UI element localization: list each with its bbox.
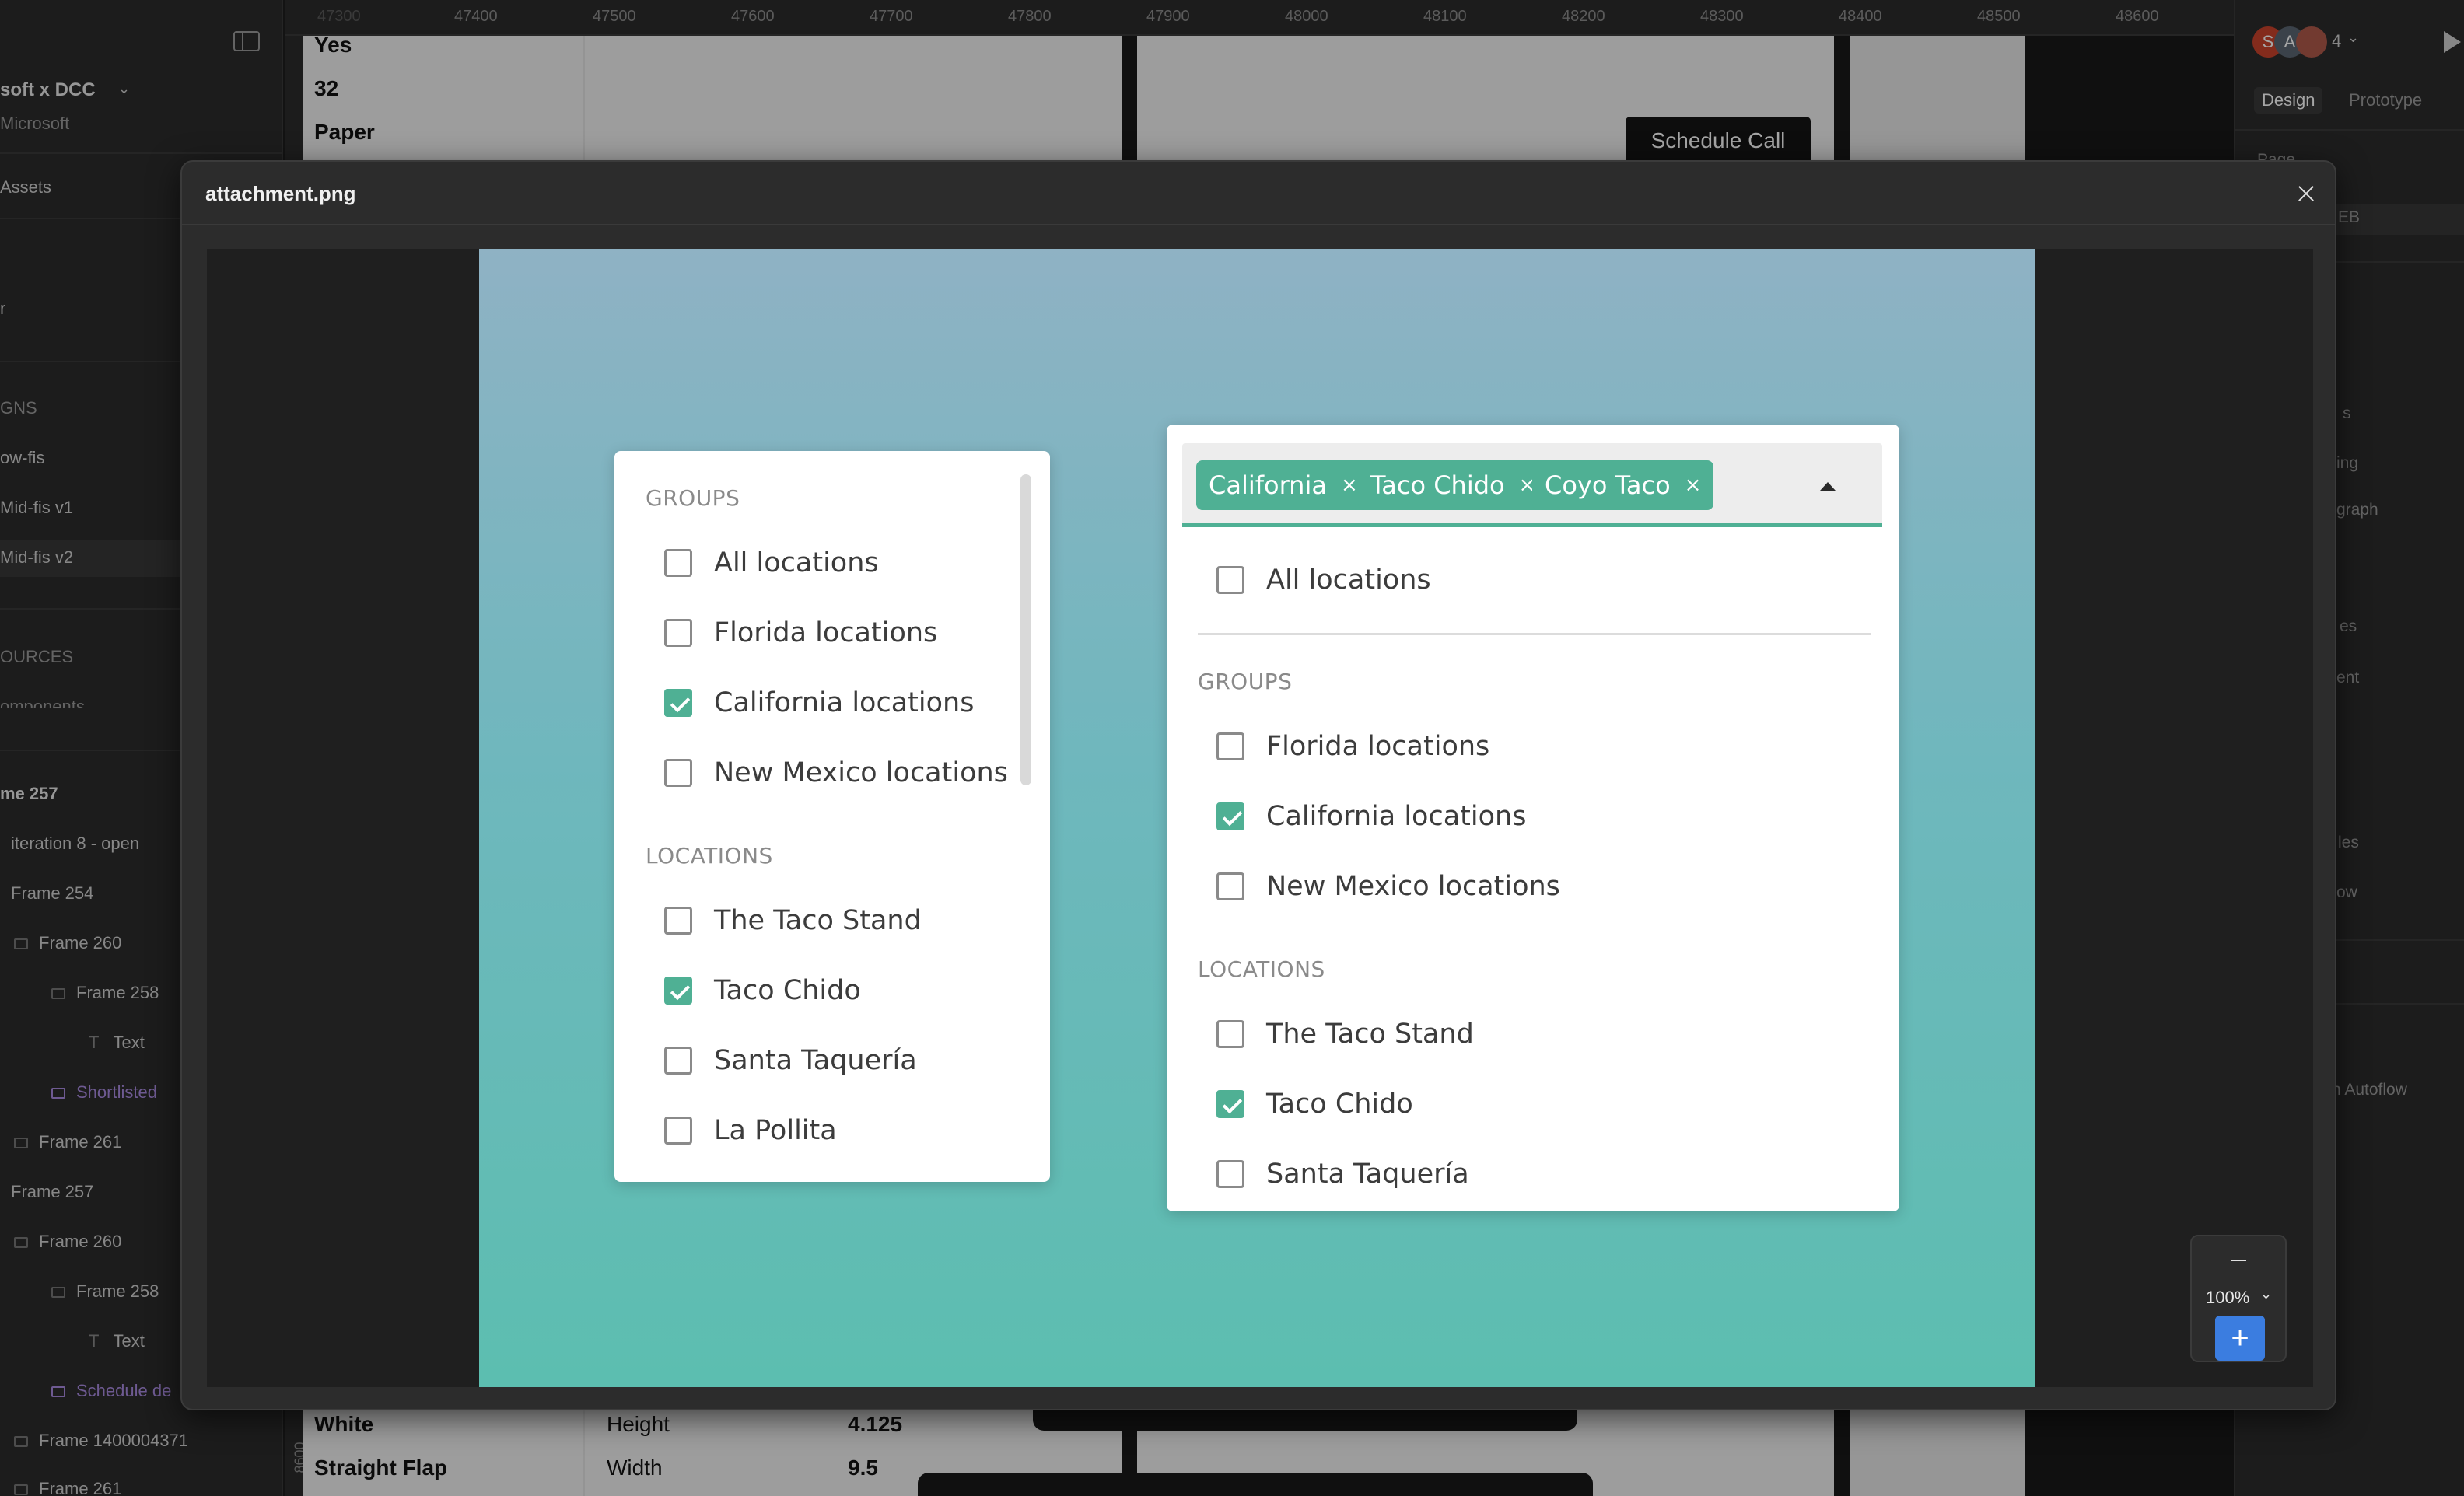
option-label: Santa Taquería xyxy=(1266,1159,1469,1190)
locations-heading: LOCATIONS xyxy=(646,843,773,869)
checkbox[interactable] xyxy=(664,549,692,577)
checkbox[interactable] xyxy=(664,907,692,935)
chip-label: Coyo Taco xyxy=(1545,470,1671,500)
modal-title: attachment.png xyxy=(205,182,356,205)
caret-up-icon[interactable] xyxy=(1820,482,1836,491)
option-label: California locations xyxy=(714,687,975,718)
location-multiselect: California × Taco Chido × Coyo Taco × Al… xyxy=(1167,425,1899,1211)
option-all-locations[interactable]: All locations xyxy=(1216,564,1431,596)
panel-divider xyxy=(1198,633,1871,635)
option-label: New Mexico locations xyxy=(1266,871,1560,902)
chip-taco-chido[interactable]: Taco Chido × xyxy=(1358,460,1549,510)
option-label: California locations xyxy=(1266,801,1527,832)
option-santa-taqueria[interactable]: Santa Taquería xyxy=(664,1045,917,1076)
checkbox[interactable] xyxy=(1216,1020,1244,1048)
option-label: Santa Taquería xyxy=(714,1045,917,1076)
option-label: All locations xyxy=(1266,564,1431,596)
checkbox-checked[interactable] xyxy=(664,977,692,1005)
option-the-taco-stand[interactable]: The Taco Stand xyxy=(664,905,922,936)
checkbox[interactable] xyxy=(1216,872,1244,900)
checkbox-checked[interactable] xyxy=(1216,1090,1244,1118)
chip-remove-icon[interactable]: × xyxy=(1685,474,1702,497)
option-taco-chido[interactable]: Taco Chido xyxy=(1216,1089,1413,1120)
option-all-locations[interactable]: All locations xyxy=(664,547,879,578)
selected-chips-field[interactable]: California × Taco Chido × Coyo Taco × xyxy=(1182,443,1882,527)
option-label: The Taco Stand xyxy=(1266,1019,1474,1050)
chip-coyo-taco[interactable]: Coyo Taco × xyxy=(1532,460,1714,510)
chip-remove-icon[interactable]: × xyxy=(1341,474,1358,497)
checkbox-checked[interactable] xyxy=(1216,802,1244,830)
attachment-preview-modal: attachment.png GROUPS All locations Flor… xyxy=(180,160,2336,1410)
option-california-locations[interactable]: California locations xyxy=(664,687,974,718)
modal-divider xyxy=(182,224,2335,225)
option-florida-locations[interactable]: Florida locations xyxy=(664,617,937,648)
scrollbar[interactable] xyxy=(1020,474,1031,785)
option-label: The Taco Stand xyxy=(714,905,922,936)
attachment-image: GROUPS All locations Florida locations C… xyxy=(479,249,2035,1387)
option-california-locations[interactable]: California locations xyxy=(1216,801,1526,832)
option-label: New Mexico locations xyxy=(714,757,1008,788)
zoom-out-button[interactable] xyxy=(2223,1249,2254,1272)
chevron-down-icon[interactable]: ⌄ xyxy=(2260,1286,2272,1302)
option-the-taco-stand[interactable]: The Taco Stand xyxy=(1216,1019,1474,1050)
image-viewer[interactable]: GROUPS All locations Florida locations C… xyxy=(207,249,2313,1387)
checkbox[interactable] xyxy=(664,759,692,787)
groups-heading: GROUPS xyxy=(1198,669,1293,694)
option-label: La Pollita xyxy=(714,1115,837,1146)
close-icon[interactable] xyxy=(2291,179,2321,208)
option-label: Taco Chido xyxy=(1266,1089,1413,1120)
zoom-control: 100% ⌄ + xyxy=(2190,1235,2287,1362)
checkbox[interactable] xyxy=(1216,732,1244,760)
zoom-in-button[interactable]: + xyxy=(2215,1316,2265,1361)
groups-heading: GROUPS xyxy=(646,485,740,511)
option-la-pollita[interactable]: La Pollita xyxy=(664,1115,837,1146)
option-santa-taqueria[interactable]: Santa Taquería xyxy=(1216,1159,1469,1190)
zoom-level[interactable]: 100% xyxy=(2206,1288,2249,1308)
checkbox[interactable] xyxy=(1216,566,1244,594)
option-taco-chido[interactable]: Taco Chido xyxy=(664,975,861,1006)
option-label: Florida locations xyxy=(1266,731,1490,762)
checkbox-checked[interactable] xyxy=(664,689,692,717)
checkbox[interactable] xyxy=(1216,1160,1244,1188)
option-label: Florida locations xyxy=(714,617,938,648)
locations-heading: LOCATIONS xyxy=(1198,956,1325,982)
option-new-mexico-locations[interactable]: New Mexico locations xyxy=(664,757,1008,788)
chip-label: Taco Chido xyxy=(1370,470,1505,500)
option-new-mexico-locations[interactable]: New Mexico locations xyxy=(1216,871,1560,902)
checkbox[interactable] xyxy=(664,1047,692,1075)
option-florida-locations[interactable]: Florida locations xyxy=(1216,731,1489,762)
chip-california[interactable]: California × xyxy=(1196,460,1370,510)
chip-label: California xyxy=(1209,470,1327,500)
checkbox[interactable] xyxy=(664,619,692,647)
option-label: Taco Chido xyxy=(714,975,861,1006)
option-label: All locations xyxy=(714,547,879,578)
checkbox[interactable] xyxy=(664,1117,692,1145)
location-dropdown-list: GROUPS All locations Florida locations C… xyxy=(614,451,1050,1182)
